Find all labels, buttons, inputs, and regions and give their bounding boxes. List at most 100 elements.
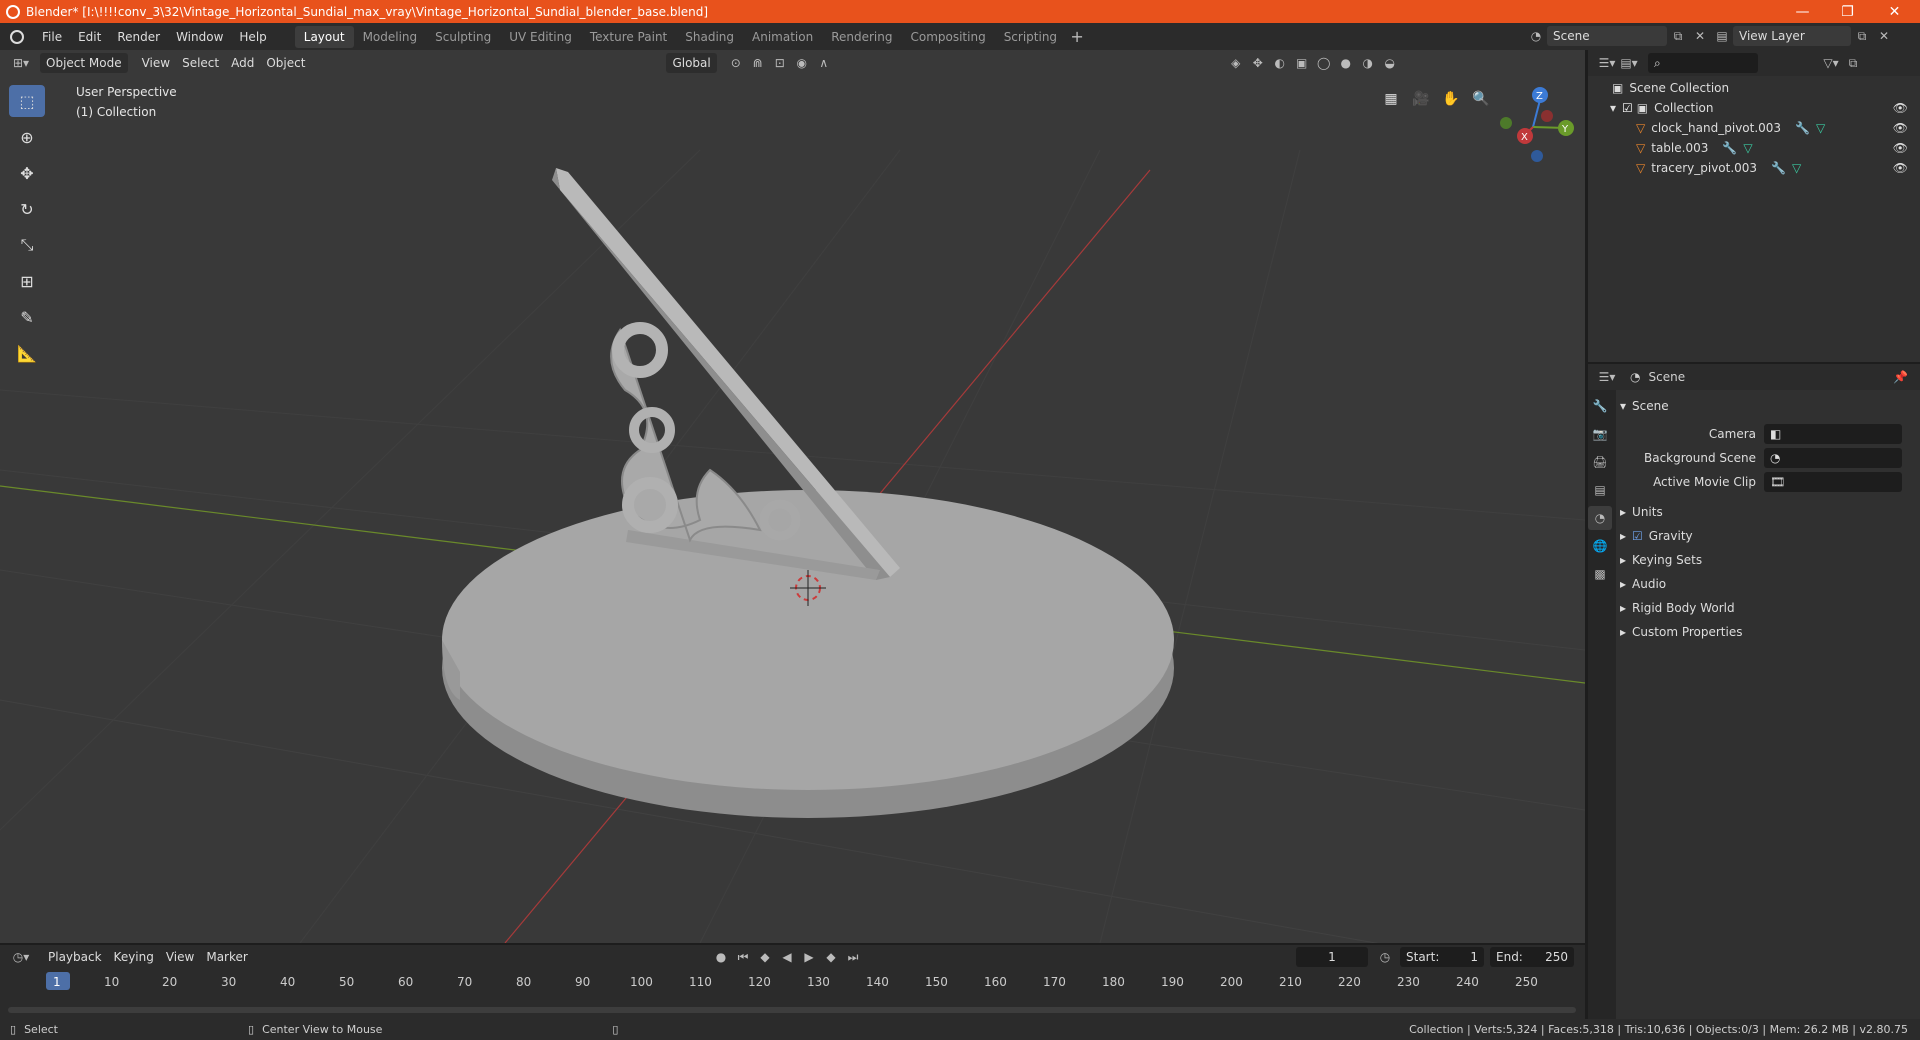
transform-tool-icon[interactable]: ⊞	[9, 265, 45, 297]
start-frame-field[interactable]: Start: 1	[1400, 947, 1484, 967]
menu-help[interactable]: Help	[231, 26, 274, 48]
new-scene-icon[interactable]: ⧉	[1667, 26, 1689, 46]
tab-compositing[interactable]: Compositing	[901, 26, 994, 48]
world-tab-icon[interactable]: 🌐	[1588, 534, 1612, 558]
grid-view-icon[interactable]: ▦	[1378, 86, 1404, 112]
checkbox-icon[interactable]: ☑	[1622, 101, 1633, 115]
custom-properties-panel[interactable]: ▸ Custom Properties	[1620, 620, 1916, 644]
outliner-row-object[interactable]: ▽ table.003 🔧 ▽ 👁	[1588, 138, 1920, 158]
outliner-search-input[interactable]: ⌕	[1648, 53, 1758, 73]
movie-clip-field[interactable]: 🎞	[1764, 472, 1902, 492]
gravity-checkbox[interactable]: ☑	[1632, 529, 1643, 543]
prev-keyframe-icon[interactable]: ◆	[754, 947, 776, 967]
pin-icon[interactable]: 📌	[1893, 370, 1908, 384]
add-workspace-icon[interactable]: +	[1066, 27, 1088, 47]
delete-scene-icon[interactable]: ✕	[1689, 26, 1711, 46]
rigid-body-world-panel[interactable]: ▸ Rigid Body World	[1620, 596, 1916, 620]
timeline-view-menu[interactable]: View	[160, 947, 200, 967]
expand-arrow-icon[interactable]: ▾	[1610, 101, 1616, 115]
snap-icon[interactable]: ⋒	[747, 53, 769, 73]
scene-tab-icon[interactable]: ◔	[1588, 506, 1612, 530]
overlay-toggle-icon[interactable]: ◐	[1269, 53, 1291, 73]
rendered-shading-icon[interactable]: ◒	[1379, 53, 1401, 73]
select-box-tool-icon[interactable]: ⬚	[9, 85, 45, 117]
outliner-row-object[interactable]: ▽ clock_hand_pivot.003 🔧 ▽ 👁	[1588, 118, 1920, 138]
tab-shading[interactable]: Shading	[676, 26, 743, 48]
orientation-dropdown[interactable]: Global	[666, 53, 717, 73]
editor-type-icon[interactable]: ⊞▾	[10, 53, 32, 73]
outliner-editor-icon[interactable]: ☰▾	[1596, 53, 1618, 73]
table-object[interactable]	[442, 490, 1174, 818]
snap-target-icon[interactable]: ⊡	[769, 53, 791, 73]
proportional-edit-icon[interactable]: ◉	[791, 53, 813, 73]
scene-icon[interactable]: ◔	[1525, 26, 1547, 46]
annotate-tool-icon[interactable]: ✎	[9, 301, 45, 333]
gizmo-toggle-icon[interactable]: ✥	[1247, 53, 1269, 73]
playback-menu[interactable]: Playback	[42, 947, 108, 967]
tool-tab-icon[interactable]: 🔧	[1588, 394, 1612, 418]
minimize-button[interactable]: —	[1780, 0, 1825, 23]
view-layer-field[interactable]: View Layer	[1733, 26, 1851, 46]
new-collection-icon[interactable]: ⧉	[1842, 53, 1864, 73]
tab-rendering[interactable]: Rendering	[822, 26, 901, 48]
maximize-button[interactable]: ❐	[1825, 0, 1870, 23]
camera-view-icon[interactable]: 🎥	[1408, 86, 1434, 112]
menu-add[interactable]: Add	[225, 53, 260, 73]
zoom-icon[interactable]: 🔍	[1468, 86, 1494, 112]
material-shading-icon[interactable]: ◑	[1357, 53, 1379, 73]
frame-ruler[interactable]: 1 10 20 30 40 50 60 70 80 90 100 110 120…	[0, 969, 1585, 999]
tab-uv-editing[interactable]: UV Editing	[500, 26, 581, 48]
pan-hand-icon[interactable]: ✋	[1438, 86, 1464, 112]
menu-render[interactable]: Render	[109, 26, 168, 48]
wireframe-shading-icon[interactable]: ◯	[1313, 53, 1335, 73]
camera-field[interactable]: ◧	[1764, 424, 1902, 444]
eye-icon[interactable]: 👁	[1893, 101, 1908, 115]
falloff-icon[interactable]: ∧	[813, 53, 835, 73]
measure-tool-icon[interactable]: 📐	[9, 337, 45, 369]
eye-icon[interactable]: 👁	[1893, 141, 1908, 155]
xray-icon[interactable]: ▣	[1291, 53, 1313, 73]
texture-tab-icon[interactable]: ▩	[1588, 562, 1612, 586]
output-tab-icon[interactable]: 🖨	[1588, 450, 1612, 474]
scale-tool-icon[interactable]: ⤡	[9, 229, 45, 261]
rotate-tool-icon[interactable]: ↻	[9, 193, 45, 225]
play-reverse-icon[interactable]: ◀	[776, 947, 798, 967]
scene-field[interactable]: Scene	[1547, 26, 1667, 46]
menu-file[interactable]: File	[34, 26, 70, 48]
outliner-row-object[interactable]: ▽ tracery_pivot.003 🔧 ▽ 👁	[1588, 158, 1920, 178]
display-mode-icon[interactable]: ▤▾	[1618, 53, 1640, 73]
tab-layout[interactable]: Layout	[294, 25, 354, 48]
outliner-row-scene-collection[interactable]: ▣ Scene Collection	[1588, 78, 1920, 98]
move-tool-icon[interactable]: ✥	[9, 157, 45, 189]
view-layer-tab-icon[interactable]: ▤	[1588, 478, 1612, 502]
timeline-scrollbar[interactable]	[8, 1007, 1576, 1013]
marker-menu[interactable]: Marker	[200, 947, 253, 967]
gravity-panel[interactable]: ▸ ☑ Gravity	[1620, 524, 1916, 548]
current-frame-field[interactable]: 1	[1296, 947, 1368, 967]
jump-start-icon[interactable]: ⏮	[732, 947, 754, 967]
blender-menu-icon[interactable]	[10, 29, 24, 44]
tab-texture-paint[interactable]: Texture Paint	[581, 26, 676, 48]
keying-menu[interactable]: Keying	[108, 947, 160, 967]
tab-animation[interactable]: Animation	[743, 26, 822, 48]
menu-view[interactable]: View	[136, 53, 176, 73]
close-button[interactable]: ✕	[1872, 0, 1917, 23]
play-icon[interactable]: ▶	[798, 947, 820, 967]
menu-window[interactable]: Window	[168, 26, 231, 48]
properties-editor-icon[interactable]: ☰▾	[1596, 367, 1618, 387]
outliner-row-collection[interactable]: ▾ ☑ ▣ Collection 👁	[1588, 98, 1920, 118]
units-panel[interactable]: ▸ Units	[1620, 500, 1916, 524]
menu-select[interactable]: Select	[176, 53, 225, 73]
timeline-editor-icon[interactable]: ◷▾	[10, 947, 32, 967]
tab-scripting[interactable]: Scripting	[995, 26, 1066, 48]
tab-sculpting[interactable]: Sculpting	[426, 26, 500, 48]
object-mode-dropdown[interactable]: Object Mode	[40, 53, 128, 73]
menu-edit[interactable]: Edit	[70, 26, 109, 48]
background-scene-field[interactable]: ◔	[1764, 448, 1902, 468]
visibility-icon[interactable]: ◈	[1225, 53, 1247, 73]
view-layer-icon[interactable]: ▤	[1711, 26, 1733, 46]
filter-icon[interactable]: ▽▾	[1820, 53, 1842, 73]
menu-object[interactable]: Object	[260, 53, 311, 73]
audio-panel[interactable]: ▸ Audio	[1620, 572, 1916, 596]
3d-viewport[interactable]: Z Y X ⊞▾ Object Mode View Select Add Obj…	[0, 50, 1585, 943]
